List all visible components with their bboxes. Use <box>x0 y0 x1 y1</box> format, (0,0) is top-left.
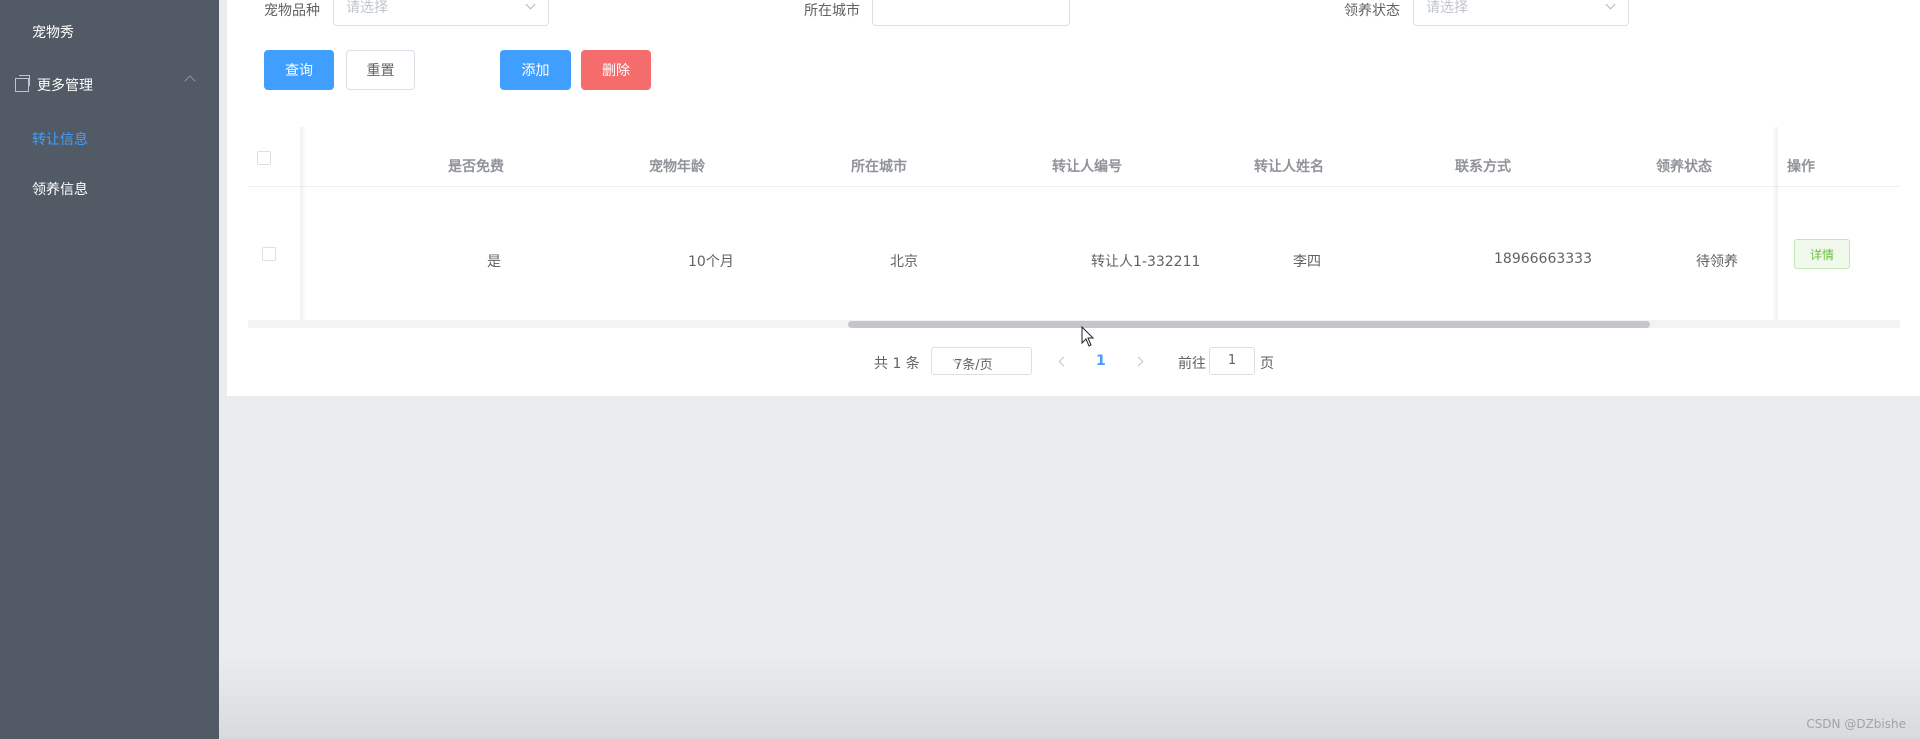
query-button[interactable]: 查询 <box>264 50 334 90</box>
sidebar-item-transfer-info[interactable]: 转让信息 <box>32 129 88 149</box>
column-header-city[interactable]: 所在城市 <box>851 156 907 176</box>
delete-button[interactable]: 删除 <box>581 50 651 90</box>
sidebar-item-pet-show[interactable]: 宠物秀 <box>32 22 74 42</box>
city-input[interactable] <box>872 0 1070 26</box>
cell-adoption-status: 待领养 <box>1696 254 1738 270</box>
page-suffix: 页 <box>1260 356 1274 372</box>
mouse-cursor-icon <box>1081 326 1095 347</box>
sidebar-item-label: 转让信息 <box>32 132 88 148</box>
copy-icon <box>15 75 30 92</box>
adoption-status-placeholder: 请选择 <box>1426 0 1468 16</box>
chevron-up-icon[interactable] <box>184 75 196 87</box>
cell-transferor-id: 转让人1-332211 <box>1091 254 1201 270</box>
watermark: CSDN @DZbishe <box>1806 717 1906 731</box>
cell-is-free: 是 <box>487 254 501 270</box>
cell-pet-age: 10个月 <box>688 254 734 270</box>
row-checkbox[interactable] <box>262 247 276 261</box>
chevron-down-icon <box>525 0 536 10</box>
sidebar-item-adoption-info[interactable]: 领养信息 <box>32 179 88 199</box>
fixed-column-shadow <box>1772 127 1778 320</box>
detail-button[interactable]: 详情 <box>1794 239 1850 269</box>
data-table: 是否免费 宠物年龄 所在城市 转让人编号 转让人姓名 联系方式 领养状态 操作 … <box>248 127 1900 328</box>
select-all-checkbox[interactable] <box>257 151 271 165</box>
fixed-column-shadow <box>300 127 306 320</box>
sidebar: 宠物秀 更多管理 转让信息 领养信息 <box>0 0 219 739</box>
chevron-down-icon <box>1605 0 1616 10</box>
add-button[interactable]: 添加 <box>500 50 571 90</box>
cell-transferor-name: 李四 <box>1293 254 1321 270</box>
page-size-select[interactable]: 7条/页 <box>931 347 1032 375</box>
sidebar-group-label: 更多管理 <box>37 78 93 94</box>
goto-page-input[interactable]: 1 <box>1209 347 1255 375</box>
pet-breed-placeholder: 请选择 <box>346 0 388 16</box>
reset-button[interactable]: 重置 <box>346 50 415 90</box>
pet-breed-select[interactable]: 请选择 <box>333 0 549 26</box>
page-number-current[interactable]: 1 <box>1096 353 1106 369</box>
column-header-adoption-status[interactable]: 领养状态 <box>1656 156 1712 176</box>
sidebar-group-more-management[interactable]: 更多管理 <box>15 75 93 95</box>
pagination-total: 共 1 条 <box>874 356 920 372</box>
adoption-status-select[interactable]: 请选择 <box>1413 0 1629 26</box>
column-header-transferor-id[interactable]: 转让人编号 <box>1052 156 1122 176</box>
background-shade <box>219 655 1920 739</box>
adoption-status-label: 领养状态 <box>1344 3 1400 19</box>
goto-label: 前往 <box>1178 356 1206 372</box>
column-header-is-free[interactable]: 是否免费 <box>448 156 504 176</box>
scrollbar-thumb[interactable] <box>848 321 1650 328</box>
sidebar-item-label: 宠物秀 <box>32 25 74 41</box>
sidebar-item-label: 领养信息 <box>32 182 88 198</box>
column-header-pet-age[interactable]: 宠物年龄 <box>649 156 705 176</box>
pet-breed-label: 宠物品种 <box>264 3 320 19</box>
cell-contact: 18966663333 <box>1494 251 1592 267</box>
header-divider <box>248 186 1900 187</box>
column-header-transferor-name[interactable]: 转让人姓名 <box>1254 156 1324 176</box>
column-header-contact[interactable]: 联系方式 <box>1455 156 1511 176</box>
cell-city: 北京 <box>890 254 918 270</box>
column-header-actions: 操作 <box>1787 159 1815 175</box>
city-label: 所在城市 <box>804 3 860 19</box>
